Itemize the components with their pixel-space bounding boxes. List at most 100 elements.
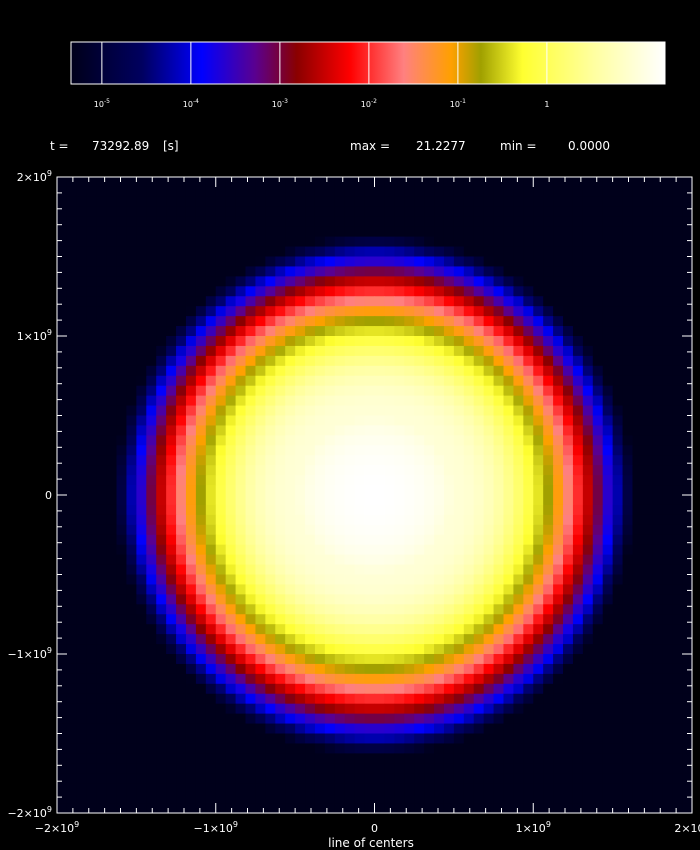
heatmap-cell xyxy=(275,574,286,586)
heatmap-cell xyxy=(463,355,475,367)
heatmap-cell xyxy=(652,574,663,586)
heatmap-cell xyxy=(483,614,495,625)
heatmap-cell xyxy=(622,375,634,387)
heatmap-cell xyxy=(553,336,564,347)
heatmap-cell xyxy=(255,306,266,317)
heatmap-cell xyxy=(146,723,157,735)
heatmap-cell xyxy=(463,544,475,556)
heatmap-cell xyxy=(185,246,197,258)
heatmap-cell xyxy=(314,177,326,188)
heatmap-cell xyxy=(463,683,475,695)
heatmap-cell xyxy=(563,683,574,695)
heatmap-cell xyxy=(652,395,663,407)
heatmap-cell xyxy=(473,564,485,576)
heatmap-cell xyxy=(652,663,663,675)
heatmap-cell xyxy=(394,186,405,198)
heatmap-cell xyxy=(513,614,524,625)
heatmap-cell xyxy=(285,226,296,238)
heatmap-cell xyxy=(582,753,594,764)
heatmap-cell xyxy=(652,306,663,317)
heatmap-cell xyxy=(176,703,187,715)
heatmap-cell xyxy=(513,803,524,814)
heatmap-cell xyxy=(86,286,98,297)
heatmap-cell xyxy=(235,524,247,536)
heatmap-cell xyxy=(513,495,524,506)
heatmap-cell xyxy=(572,395,584,407)
heatmap-cell xyxy=(483,673,495,685)
heatmap-cell xyxy=(572,345,584,357)
heatmap-cell xyxy=(324,743,336,754)
heatmap-cell xyxy=(324,504,336,516)
heatmap-cell xyxy=(473,475,485,486)
heatmap-cell xyxy=(314,743,326,754)
heatmap-cell xyxy=(86,574,98,586)
heatmap-cell xyxy=(324,266,336,277)
heatmap-cell xyxy=(553,783,564,794)
heatmap-cell xyxy=(324,644,336,655)
heatmap-cell xyxy=(414,345,425,357)
heatmap-cell xyxy=(483,713,495,725)
heatmap-cell xyxy=(503,793,514,804)
heatmap-cell xyxy=(523,365,534,377)
heatmap-cell xyxy=(533,266,544,277)
heatmap-cell xyxy=(394,495,405,506)
heatmap-cell xyxy=(652,733,663,745)
heatmap-cell xyxy=(513,773,524,784)
heatmap-cell xyxy=(235,445,247,456)
heatmap-cell xyxy=(195,286,207,297)
heatmap-cell xyxy=(57,375,68,387)
heatmap-cell xyxy=(473,534,485,546)
heatmap-cell xyxy=(483,316,495,327)
heatmap-cell xyxy=(662,793,673,804)
heatmap-cell xyxy=(86,266,98,277)
heatmap-cell xyxy=(483,693,495,705)
heatmap-cell xyxy=(235,385,247,397)
heatmap-cell xyxy=(156,385,167,397)
heatmap-cell xyxy=(265,564,276,576)
heatmap-cell xyxy=(483,534,495,546)
heatmap-cell xyxy=(582,365,594,377)
heatmap-cell xyxy=(255,316,266,327)
heatmap-cell xyxy=(543,614,554,625)
heatmap-cell xyxy=(126,455,137,466)
heatmap-cell xyxy=(592,594,604,605)
heatmap-cell xyxy=(106,793,118,804)
heatmap-cell xyxy=(473,614,485,625)
heatmap-cell xyxy=(513,336,524,347)
heatmap-cell xyxy=(195,206,207,218)
heatmap-cell xyxy=(414,326,425,337)
heatmap-cell xyxy=(255,733,266,745)
heatmap-cell xyxy=(116,504,128,516)
heatmap-cell xyxy=(463,594,475,605)
heatmap-cell xyxy=(404,544,415,556)
heatmap-cell xyxy=(592,266,604,277)
heatmap-cell xyxy=(176,465,187,476)
heatmap-cell xyxy=(563,713,574,725)
heatmap-cell xyxy=(493,246,505,258)
heatmap-cell xyxy=(483,654,495,665)
heatmap-cell xyxy=(314,564,326,576)
heatmap-cell xyxy=(344,435,356,446)
heatmap-cell xyxy=(553,395,564,407)
heatmap-cell xyxy=(57,673,68,685)
heatmap-cell xyxy=(255,663,266,675)
heatmap-cell xyxy=(146,783,157,794)
heatmap-cell xyxy=(563,216,574,228)
plot-window: 10-5 10-4 10-3 10-2 10-1 1 t = 73292.89 [s] m… xyxy=(7,41,700,850)
heatmap-cell xyxy=(582,614,594,625)
heatmap-cell xyxy=(185,654,197,665)
heatmap-cell xyxy=(404,216,415,228)
heatmap-cell xyxy=(86,594,98,605)
heatmap-cell xyxy=(225,475,237,486)
heatmap-cell xyxy=(156,723,167,735)
heatmap-cell xyxy=(424,345,435,357)
heatmap-cell xyxy=(285,206,296,218)
heatmap-cell xyxy=(662,236,673,248)
heatmap-cell xyxy=(453,753,465,764)
heatmap-cell xyxy=(275,475,286,486)
heatmap-cell xyxy=(126,365,137,377)
heatmap-cell xyxy=(592,793,604,804)
heatmap-cell xyxy=(563,355,574,367)
heatmap-cell xyxy=(156,266,167,277)
heatmap-cell xyxy=(245,763,257,774)
